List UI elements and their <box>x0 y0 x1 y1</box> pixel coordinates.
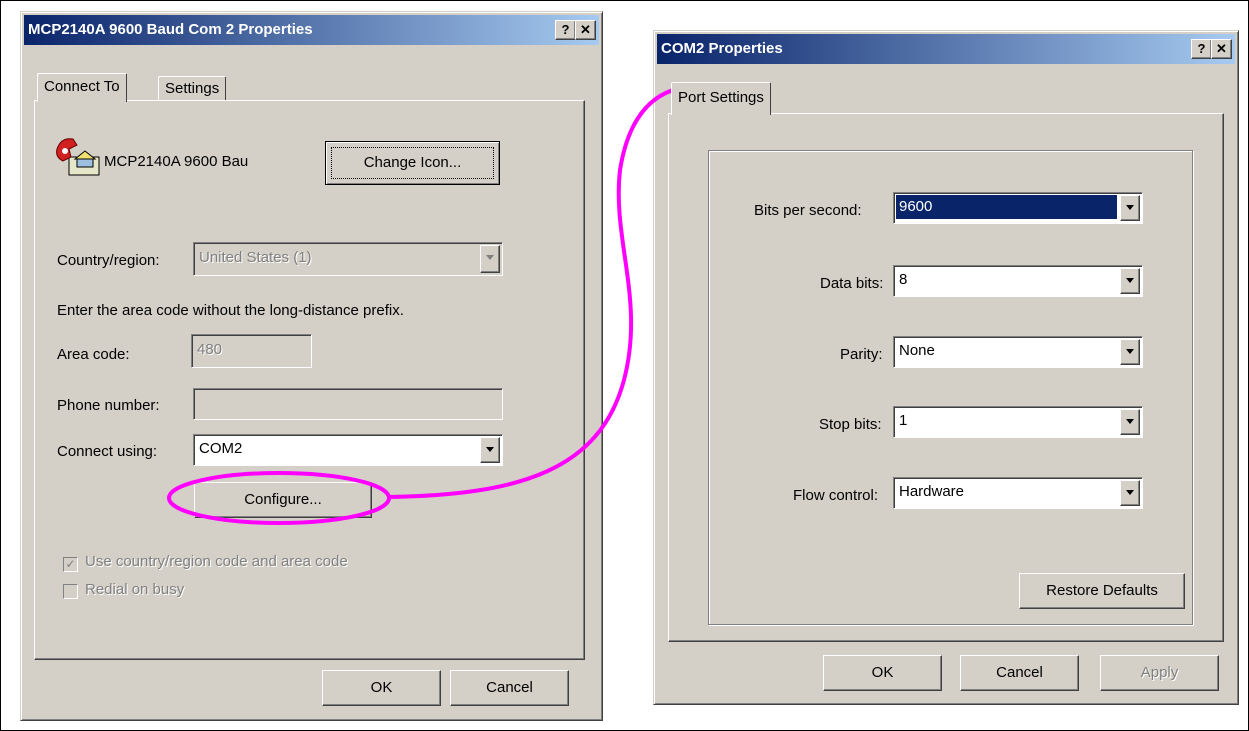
help-button[interactable]: ? <box>555 20 576 40</box>
apply-label: Apply <box>1140 664 1179 681</box>
title-bar[interactable]: MCP2140A 9600 Baud Com 2 Properties ? ✕ <box>24 15 599 45</box>
tab-panel-port-settings: Bits per second: 9600 Data bits: 8 Parit… <box>668 113 1224 642</box>
phone-icon <box>55 135 103 179</box>
title-bar[interactable]: COM2 Properties ? ✕ <box>657 34 1235 64</box>
restore-defaults-label: Restore Defaults <box>1046 582 1158 599</box>
redial-label: Redial on busy <box>85 581 185 598</box>
data-bits-select[interactable]: 8 <box>893 265 1143 297</box>
ok-button[interactable]: OK <box>823 655 942 691</box>
connection-name: MCP2140A 9600 Bau <box>104 153 249 170</box>
ok-button[interactable]: OK <box>322 670 441 706</box>
cancel-label: Cancel <box>996 664 1043 681</box>
parity-select[interactable]: None <box>893 336 1143 368</box>
chevron-down-icon[interactable] <box>480 437 500 463</box>
flow-control-select[interactable]: Hardware <box>893 477 1143 509</box>
stop-bits-select[interactable]: 1 <box>893 406 1143 438</box>
chevron-down-icon <box>480 245 500 273</box>
chevron-down-icon[interactable] <box>1120 195 1140 221</box>
connect-using-value: COM2 <box>199 440 243 457</box>
country-select: United States (1) <box>193 242 503 276</box>
change-icon-label: Change Icon... <box>363 154 462 171</box>
stop-bits-value: 1 <box>899 412 908 429</box>
chevron-down-icon[interactable] <box>1120 409 1140 435</box>
data-bits-label: Data bits: <box>820 275 884 292</box>
phone-number-label: Phone number: <box>57 397 160 414</box>
close-button[interactable]: ✕ <box>1211 39 1232 59</box>
use-country-label: Use country/region code and area code <box>85 553 348 570</box>
configure-button[interactable]: Configure... <box>194 482 372 518</box>
country-value: United States (1) <box>199 249 312 266</box>
tab-connect-to[interactable]: Connect To <box>37 73 127 102</box>
bits-per-second-label: Bits per second: <box>754 202 862 219</box>
cancel-button[interactable]: Cancel <box>960 655 1079 691</box>
area-code-label: Area code: <box>57 346 130 363</box>
help-button[interactable]: ? <box>1191 39 1212 59</box>
chevron-down-icon[interactable] <box>1120 268 1140 294</box>
ok-label: OK <box>871 664 894 681</box>
use-country-checkbox: ✓ <box>63 557 78 572</box>
tab-panel-connect-to: MCP2140A 9600 Bau Change Icon... Country… <box>34 100 585 660</box>
connect-using-label: Connect using: <box>57 443 158 460</box>
cancel-button[interactable]: Cancel <box>450 670 569 706</box>
country-label: Country/region: <box>57 252 160 269</box>
port-settings-group: Bits per second: 9600 Data bits: 8 Parit… <box>708 150 1193 625</box>
restore-defaults-button[interactable]: Restore Defaults <box>1019 573 1185 609</box>
area-code-field: 480 <box>191 334 312 368</box>
bits-per-second-select[interactable]: 9600 <box>893 192 1143 224</box>
chevron-down-icon[interactable] <box>1120 480 1140 506</box>
area-code-value: 480 <box>197 341 223 358</box>
stop-bits-label: Stop bits: <box>819 416 882 433</box>
phone-number-field <box>193 388 503 420</box>
flow-control-value: Hardware <box>899 483 965 500</box>
configure-label: Configure... <box>244 491 322 508</box>
ok-label: OK <box>370 679 393 696</box>
dialog-title: MCP2140A 9600 Baud Com 2 Properties <box>28 21 313 38</box>
connection-properties-dialog: MCP2140A 9600 Baud Com 2 Properties ? ✕ … <box>20 11 603 721</box>
close-button[interactable]: ✕ <box>575 20 596 40</box>
tab-settings[interactable]: Settings <box>158 76 227 102</box>
flow-control-label: Flow control: <box>793 487 879 504</box>
cancel-label: Cancel <box>486 679 533 696</box>
change-icon-button[interactable]: Change Icon... <box>325 141 500 185</box>
connect-using-select[interactable]: COM2 <box>193 434 503 466</box>
bits-per-second-value: 9600 <box>896 195 1117 219</box>
area-code-hint: Enter the area code without the long-dis… <box>57 302 404 319</box>
parity-label: Parity: <box>840 346 883 363</box>
com2-properties-dialog: COM2 Properties ? ✕ Port Settings Bits p… <box>653 30 1239 705</box>
chevron-down-icon[interactable] <box>1120 339 1140 365</box>
redial-checkbox <box>63 584 78 599</box>
apply-button: Apply <box>1100 655 1219 691</box>
dialog-title: COM2 Properties <box>661 40 783 57</box>
parity-value: None <box>899 342 935 359</box>
tab-port-settings[interactable]: Port Settings <box>671 82 771 115</box>
data-bits-value: 8 <box>899 271 908 288</box>
